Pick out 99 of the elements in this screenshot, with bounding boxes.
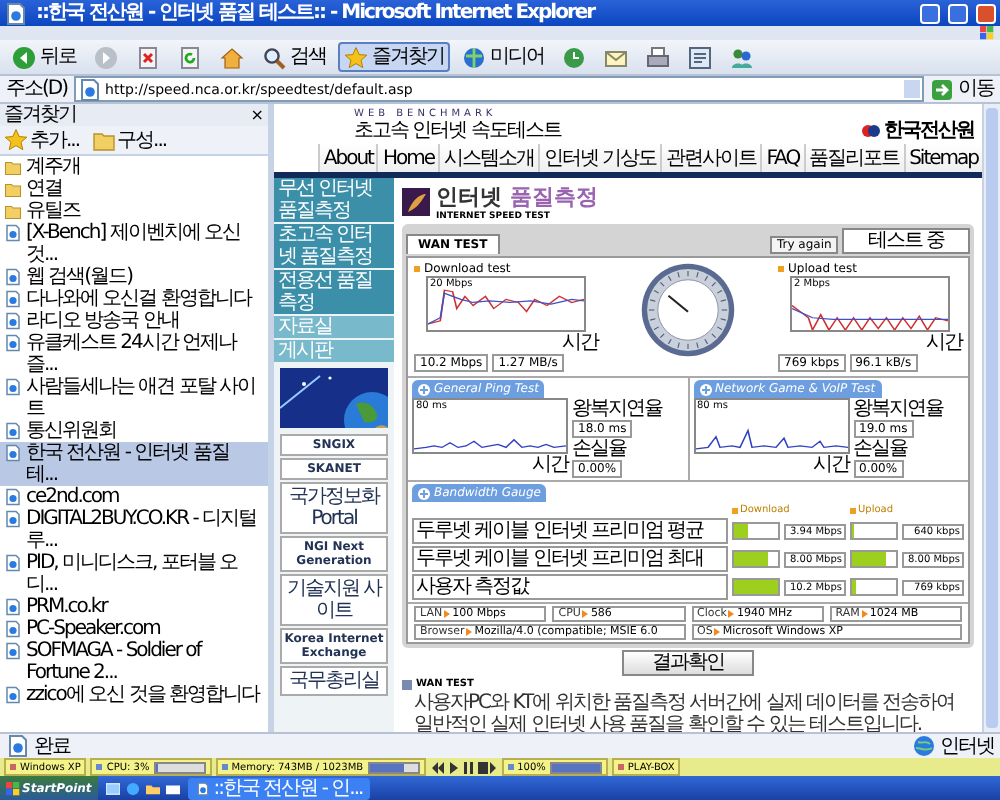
document-icon (688, 45, 712, 69)
axis-label: 시간 (562, 332, 598, 354)
envelope-icon[interactable] (165, 781, 180, 795)
axis-label: 시간 (813, 454, 849, 476)
close-button[interactable]: × (250, 104, 264, 126)
zone-text: 인터넷 (940, 735, 994, 757)
organize-button[interactable]: 구성... (91, 128, 167, 152)
page-icon (77, 77, 102, 101)
site-subtitle: 초고속 인터넷 속도테스트 (354, 120, 561, 142)
status-text: 완료 (34, 735, 70, 757)
search-icon (262, 45, 286, 69)
people-icon (730, 45, 754, 69)
minimize-button[interactable] (920, 3, 940, 23)
banner[interactable]: 국가정보화 Portal (280, 482, 388, 534)
flag-icon (980, 26, 994, 40)
menu-link[interactable]: 품질리포트 (803, 144, 904, 172)
nav-link[interactable]: 초고속 인터넷 품질측정 (274, 224, 394, 268)
page-heading: 인터넷 품질측정 (436, 182, 598, 211)
status-field: 테스트 중 (841, 228, 970, 254)
favorite-item[interactable]: [X-Bench] 제이벤치에 오신 것... (0, 222, 268, 266)
loss-label: 손실율 (853, 438, 907, 460)
media-button[interactable]: 미디어 (456, 42, 550, 72)
maximize-button[interactable] (948, 3, 968, 23)
organization-name: 한국전산원 (884, 120, 974, 142)
envelope-icon (604, 45, 628, 69)
axis-label: 시간 (926, 332, 962, 354)
favorite-item[interactable]: SOFMAGA - Soldier of Fortune 2... (0, 640, 268, 684)
media-controls-icon[interactable] (429, 761, 498, 773)
desktop-icon[interactable] (105, 781, 120, 795)
logo-icon (862, 124, 880, 138)
row-label: 두루넷 케이블 인터넷 프리미엄 최대 (412, 546, 728, 572)
favorite-item[interactable]: 연결 (0, 178, 268, 200)
go-button[interactable]: 이동 (930, 77, 994, 101)
row-label: 사용자 측정값 (412, 574, 728, 600)
favorite-item[interactable]: 웹 검색(월드) (0, 266, 268, 288)
scrollbar[interactable] (982, 104, 1000, 732)
menu-link[interactable]: FAQ (760, 144, 804, 172)
close-button[interactable] (976, 3, 996, 23)
back-button[interactable]: 뒤로 (6, 42, 82, 72)
plus-icon (418, 383, 430, 395)
favorite-item[interactable]: 다나와에 오신걸 환영합니다 (0, 288, 268, 310)
menu-link[interactable]: Home (376, 144, 439, 172)
delay-label: 왕복지연율 (572, 398, 662, 420)
add-button[interactable]: 추가... (4, 128, 80, 152)
star-icon (4, 128, 28, 152)
stop-icon (136, 45, 160, 69)
delay-label: 왕복지연율 (853, 398, 943, 420)
taskbar-button[interactable]: ::한국 전산원 - 인... (187, 777, 371, 799)
menu-link[interactable]: 시스템소개 (438, 144, 539, 172)
loss-label: 손실율 (572, 438, 626, 460)
banner[interactable]: 국무총리실 (280, 666, 388, 696)
menu-link[interactable]: 관련사이트 (660, 144, 761, 172)
favorite-item[interactable]: 라디오 방송국 안내 (0, 310, 268, 332)
favorite-item[interactable]: PRM.co.kr (0, 596, 268, 618)
banner[interactable]: 기술지원 사이트 (280, 574, 388, 626)
square-icon (414, 266, 420, 272)
arrow-icon (930, 77, 954, 101)
favorite-item[interactable]: DIGITAL2BUY.CO.KR - 디지털루... (0, 508, 268, 552)
folder-icon[interactable] (145, 781, 160, 795)
search-button[interactable]: 검색 (256, 42, 332, 72)
clock-icon (562, 45, 586, 69)
page-icon (195, 781, 210, 795)
favorite-item[interactable]: 사람들세나는 애견 포탈 사이트 (0, 376, 268, 420)
printer-icon (646, 45, 670, 69)
bullet-icon (402, 679, 412, 689)
home-icon (220, 45, 244, 69)
nav-link[interactable]: 무선 인터넷 품질측정 (274, 178, 394, 222)
favorite-item[interactable]: ce2nd.com (0, 486, 268, 508)
square-icon (778, 266, 784, 272)
menu-link[interactable]: Sitemap (903, 144, 982, 172)
globe-icon[interactable] (125, 781, 140, 795)
favorite-item[interactable]: PC-Speaker.com (0, 618, 268, 640)
favorite-item[interactable]: PID, 미니디스크, 포터블 오디... (0, 552, 268, 596)
star-icon (344, 45, 368, 69)
result-button[interactable]: 결과확인 (622, 650, 754, 676)
nav-link[interactable]: 전용선 품질측정 (274, 270, 394, 314)
globe-icon (912, 734, 936, 758)
pane-title: 즐겨찾기 (4, 104, 76, 126)
globe-icon (462, 45, 486, 69)
favorite-item[interactable]: 통신위원회 (0, 420, 268, 442)
menu-link[interactable]: 인터넷 기상도 (538, 144, 661, 172)
plus-icon (699, 383, 711, 395)
favorites-button[interactable]: 즐겨찾기 (338, 42, 450, 72)
refresh-icon (178, 45, 202, 69)
menu-link[interactable]: About (317, 144, 377, 172)
window-title: ::한국 전산원 - 인터넷 품질 테스트:: - Microsoft Internet Explorer (36, 2, 598, 24)
flag-icon (6, 781, 20, 795)
axis-label: 시간 (532, 454, 568, 476)
row-label: 두루넷 케이블 인터넷 프리미엄 평균 (412, 518, 728, 544)
favorite-item[interactable]: zzico에 오신 것을 환영합니다 (0, 684, 268, 706)
favorite-item[interactable]: 유틸즈 (0, 200, 268, 222)
speed-gauge-drawing (640, 262, 736, 358)
favorite-item[interactable]: 한국 전산원 - 인터넷 품질 테... (0, 442, 268, 486)
banner-icon (402, 188, 430, 216)
favorite-item[interactable]: 유클케스트 24시간 언제나 즐... (0, 332, 268, 376)
address-label: 주소(D) (6, 78, 68, 100)
plus-icon (418, 487, 430, 499)
favorite-item[interactable]: 계주개 (0, 156, 268, 178)
page-icon (4, 1, 28, 25)
